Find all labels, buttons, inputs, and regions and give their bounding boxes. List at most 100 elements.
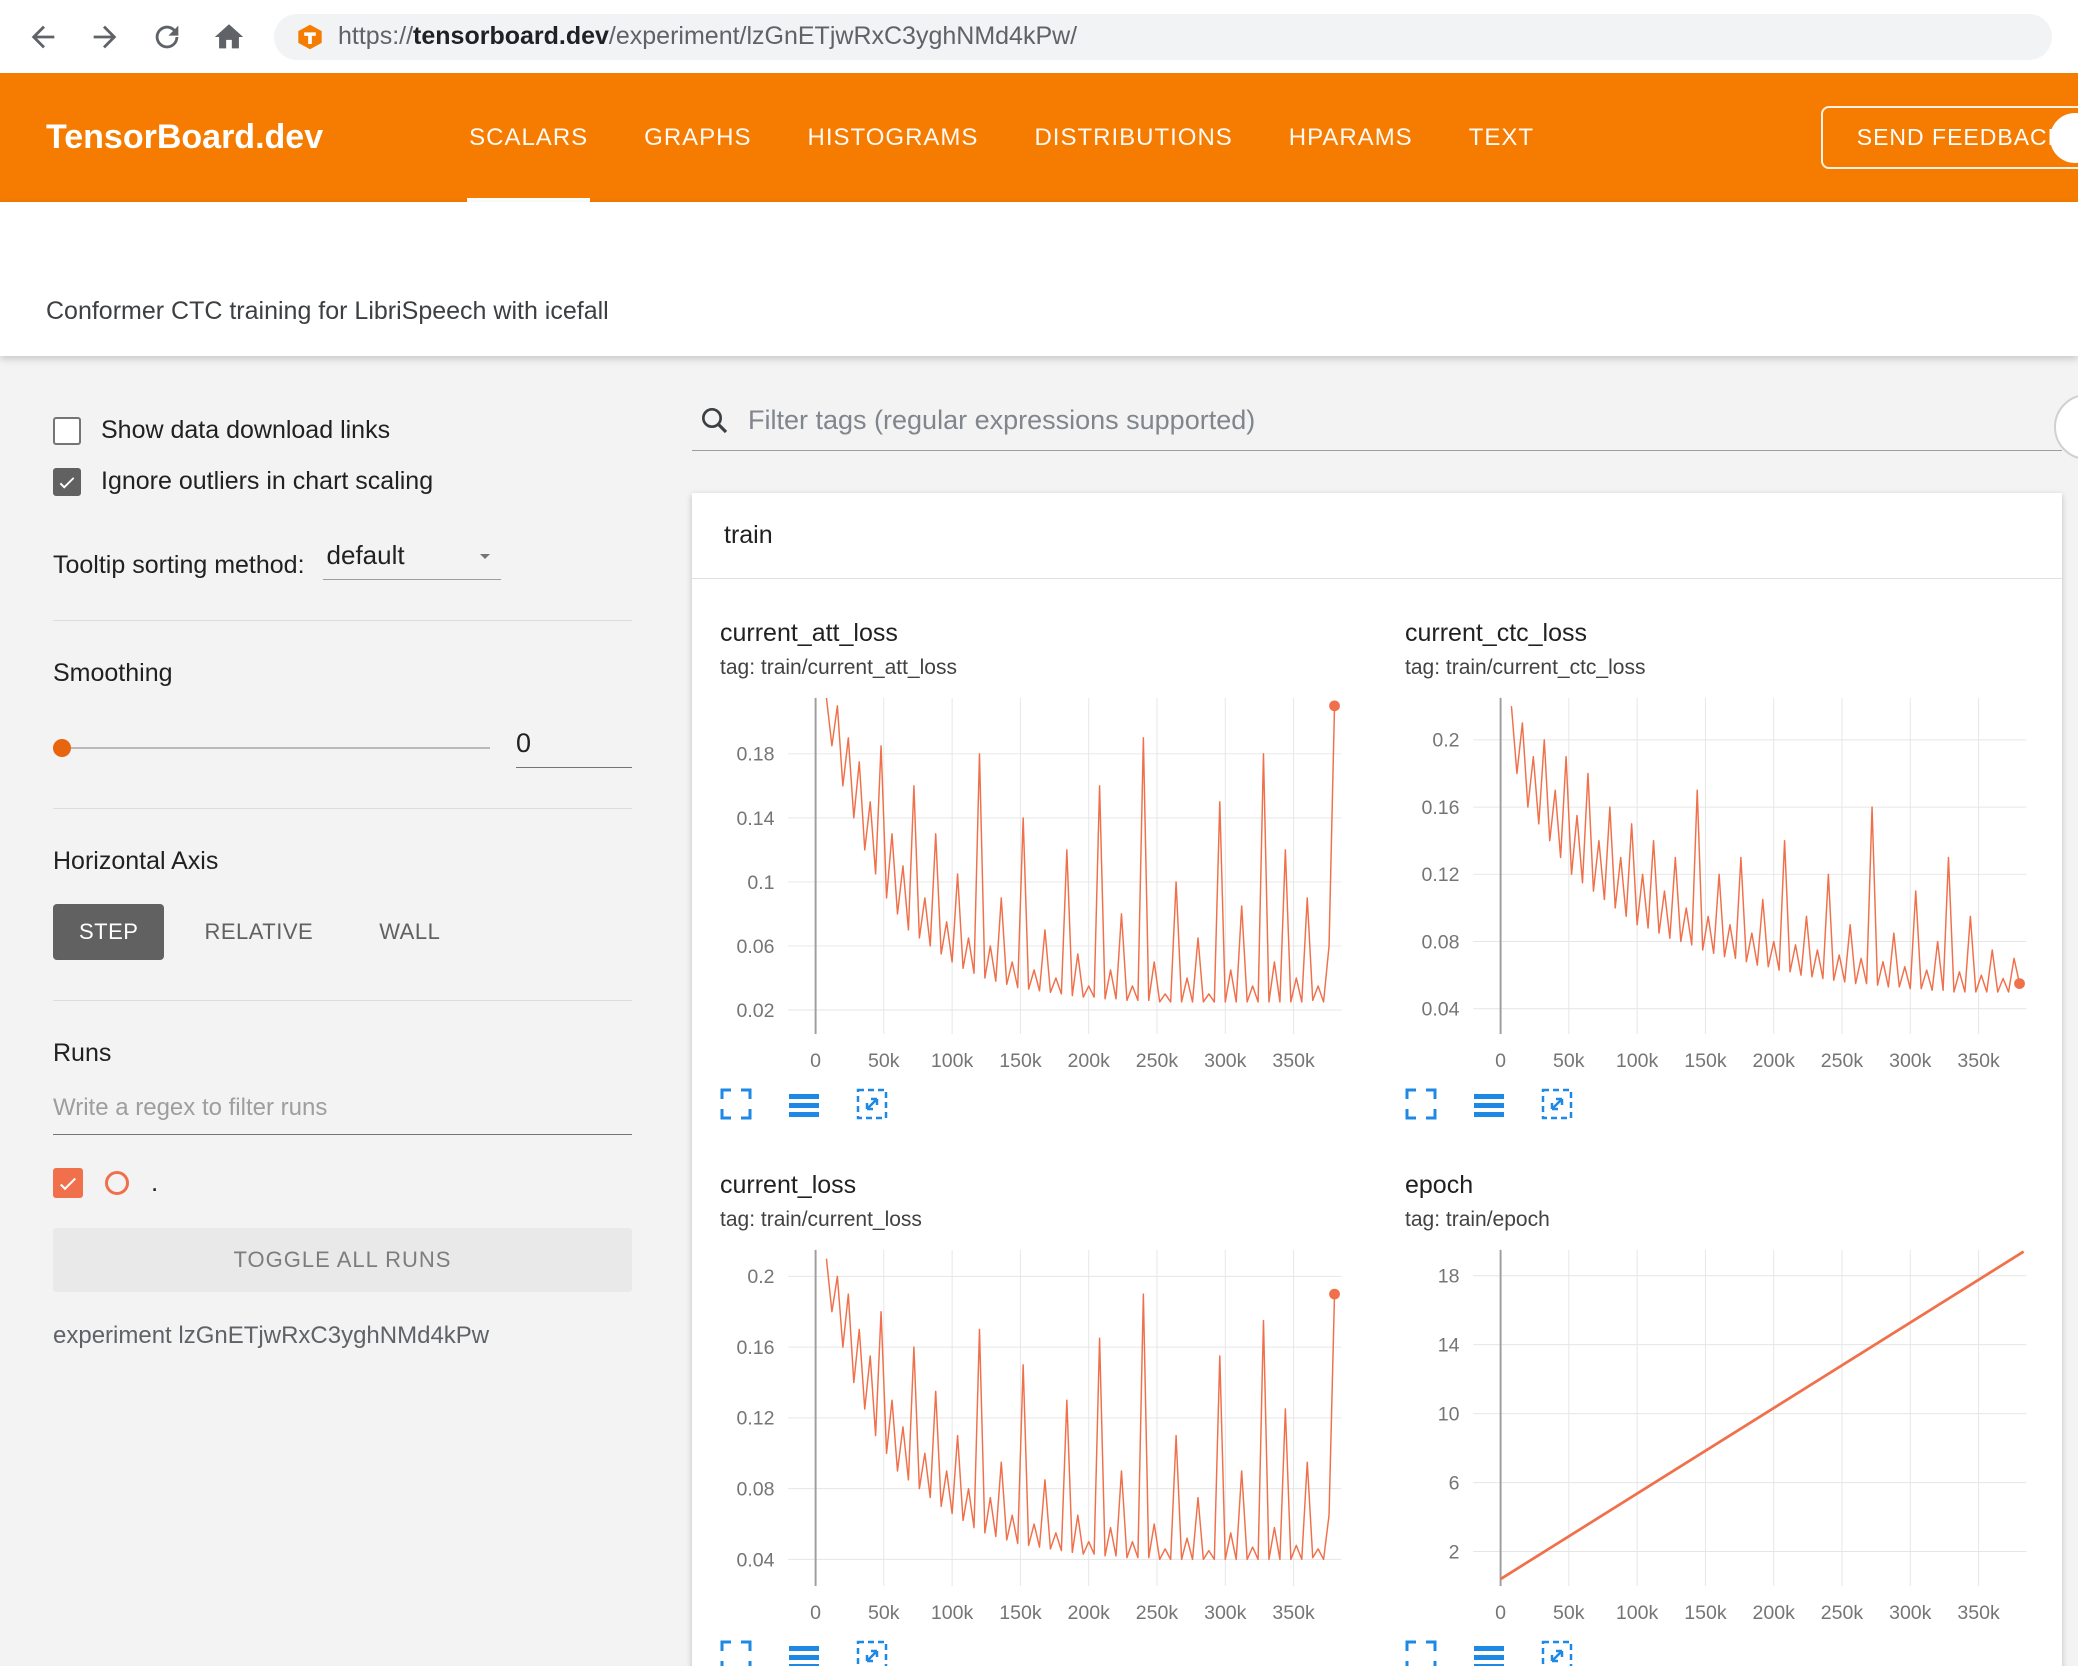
- axis-step-button[interactable]: STEP: [53, 904, 165, 960]
- expand-chart-icon[interactable]: [1403, 1637, 1441, 1666]
- yaxis-lines-icon[interactable]: [786, 1085, 824, 1123]
- tab-hparams[interactable]: HPARAMS: [1261, 73, 1441, 202]
- svg-text:150k: 150k: [1684, 1050, 1727, 1072]
- svg-text:50k: 50k: [868, 1602, 900, 1624]
- svg-text:150k: 150k: [999, 1050, 1042, 1072]
- back-icon[interactable]: [26, 20, 60, 54]
- chevron-down-icon: [479, 553, 490, 559]
- svg-text:0.16: 0.16: [737, 1337, 775, 1359]
- svg-text:0.04: 0.04: [1422, 999, 1460, 1021]
- axis-wall-button[interactable]: WALL: [353, 904, 466, 960]
- chart-canvas[interactable]: 2 6 10 14 18 0 50k 100k 150k 200k 250k 300k 350k: [1397, 1242, 2042, 1633]
- divider: [53, 620, 632, 621]
- svg-text:350k: 350k: [1957, 1050, 2000, 1072]
- svg-text:10: 10: [1438, 1403, 1460, 1425]
- chart-toolbar: [1397, 1085, 2042, 1123]
- svg-text:350k: 350k: [1272, 1602, 1315, 1624]
- expand-chart-icon[interactable]: [1403, 1085, 1441, 1123]
- tooltip-sorting-value: default: [326, 540, 405, 570]
- smoothing-slider-thumb[interactable]: [53, 739, 71, 757]
- horizontal-axis-buttons: STEP RELATIVE WALL: [53, 904, 632, 960]
- svg-text:200k: 200k: [1068, 1050, 1111, 1072]
- url-path: /experiment/lzGnETjwRxC3yghNMd4kPw/: [608, 22, 1078, 50]
- chart-tag: tag: train/current_loss: [720, 1207, 922, 1231]
- svg-text:200k: 200k: [1068, 1602, 1111, 1624]
- chart-title: current_att_loss: [720, 619, 898, 647]
- svg-text:300k: 300k: [1204, 1602, 1247, 1624]
- axis-relative-button[interactable]: RELATIVE: [178, 904, 339, 960]
- tag-group-title[interactable]: train: [692, 493, 2062, 579]
- chart-toolbar: [712, 1637, 1357, 1666]
- reload-icon[interactable]: [150, 20, 184, 54]
- chart-canvas[interactable]: 0.04 0.08 0.12 0.16 0.2 0 50k 100k 150k 200k 250k 3…: [712, 1242, 1357, 1633]
- runs-filter-input[interactable]: [53, 1094, 632, 1135]
- train-card: train current_att_loss tag: train/curren…: [692, 493, 2062, 1666]
- run-checkbox[interactable]: [53, 1167, 83, 1198]
- divider: [53, 1000, 632, 1001]
- svg-text:6: 6: [1449, 1472, 1460, 1494]
- yaxis-lines-icon[interactable]: [1471, 1637, 1509, 1666]
- tab-graphs[interactable]: GRAPHS: [616, 73, 779, 202]
- ignore-outliers-label: Ignore outliers in chart scaling: [101, 467, 434, 495]
- tab-text[interactable]: TEXT: [1441, 73, 1562, 202]
- yaxis-lines-icon[interactable]: [1471, 1085, 1509, 1123]
- svg-text:14: 14: [1438, 1334, 1460, 1356]
- show-download-links-row: Show data download links: [53, 416, 632, 445]
- ignore-outliers-checkbox[interactable]: [53, 467, 81, 496]
- fit-domain-icon[interactable]: [854, 1085, 892, 1123]
- svg-text:2: 2: [1449, 1541, 1460, 1563]
- experiment-id-caption: experiment lzGnETjwRxC3yghNMd4kPw: [53, 1322, 490, 1349]
- tab-histograms[interactable]: HISTOGRAMS: [780, 73, 1007, 202]
- toggle-all-runs-button[interactable]: TOGGLE ALL RUNS: [53, 1228, 632, 1292]
- fit-domain-icon[interactable]: [1539, 1085, 1577, 1123]
- chart-title: epoch: [1405, 1170, 1474, 1199]
- app-header: TensorBoard.dev SCALARS GRAPHS HISTOGRAM…: [0, 73, 2078, 202]
- yaxis-lines-icon[interactable]: [786, 1637, 824, 1666]
- check-icon: [59, 476, 75, 489]
- url-scheme: https://: [338, 22, 414, 50]
- fit-domain-icon[interactable]: [854, 1637, 892, 1666]
- fit-domain-icon[interactable]: [1539, 1637, 1577, 1666]
- tab-scalars[interactable]: SCALARS: [441, 73, 616, 202]
- svg-text:0.06: 0.06: [737, 936, 775, 958]
- svg-text:0: 0: [1495, 1050, 1506, 1072]
- home-icon[interactable]: [212, 20, 246, 54]
- chart-tag: tag: train/current_att_loss: [720, 656, 957, 679]
- expand-chart-icon[interactable]: [718, 1637, 756, 1666]
- svg-text:0.16: 0.16: [1422, 797, 1460, 819]
- svg-text:250k: 250k: [1136, 1602, 1179, 1624]
- forward-icon[interactable]: [88, 20, 122, 54]
- smoothing-label: Smoothing: [53, 659, 173, 687]
- tab-distributions[interactable]: DISTRIBUTIONS: [1006, 73, 1260, 202]
- svg-text:0: 0: [1495, 1602, 1506, 1624]
- svg-text:350k: 350k: [1272, 1050, 1315, 1072]
- content: Show data download links Ignore outliers…: [0, 356, 2078, 1666]
- smoothing-slider[interactable]: [53, 739, 490, 757]
- ignore-outliers-row: Ignore outliers in chart scaling: [53, 467, 632, 496]
- horizontal-axis-label: Horizontal Axis: [53, 847, 219, 875]
- chart-canvas[interactable]: 0.02 0.06 0.1 0.14 0.18 0 50k 100k 150k 200k 250k 3…: [712, 690, 1357, 1081]
- tooltip-sorting-select[interactable]: default: [322, 540, 501, 580]
- svg-text:0.02: 0.02: [737, 1000, 775, 1022]
- smoothing-value-field[interactable]: 0: [516, 728, 632, 768]
- send-feedback-button[interactable]: SEND FEEDBACK: [1820, 106, 2078, 169]
- chart-title: current_ctc_loss: [1405, 619, 1588, 647]
- run-color-swatch[interactable]: [105, 1170, 129, 1195]
- expand-chart-icon[interactable]: [718, 1085, 756, 1123]
- address-bar[interactable]: https://tensorboard.dev/experiment/lzGnE…: [274, 13, 2052, 60]
- filter-tags-input[interactable]: [748, 404, 2058, 436]
- svg-text:50k: 50k: [1553, 1602, 1585, 1624]
- tooltip-sorting-label: Tooltip sorting method:: [53, 551, 305, 579]
- svg-text:0.1: 0.1: [747, 872, 774, 894]
- svg-text:18: 18: [1438, 1265, 1460, 1287]
- chart-current-att-loss: current_att_loss tag: train/current_att_…: [712, 619, 1357, 1123]
- search-icon: [702, 408, 728, 434]
- svg-text:300k: 300k: [1889, 1602, 1932, 1624]
- experiment-title: Conformer CTC training for LibriSpeech w…: [46, 297, 609, 325]
- check-icon: [60, 1177, 76, 1190]
- show-download-links-checkbox[interactable]: [53, 416, 81, 445]
- brand-title: TensorBoard.dev: [46, 118, 324, 156]
- chart-canvas[interactable]: 0.04 0.08 0.12 0.16 0.2 0 50k 100k 150k 200k 250k 3…: [1397, 690, 2042, 1081]
- divider: [53, 808, 632, 809]
- filter-tags-row: [692, 404, 2062, 451]
